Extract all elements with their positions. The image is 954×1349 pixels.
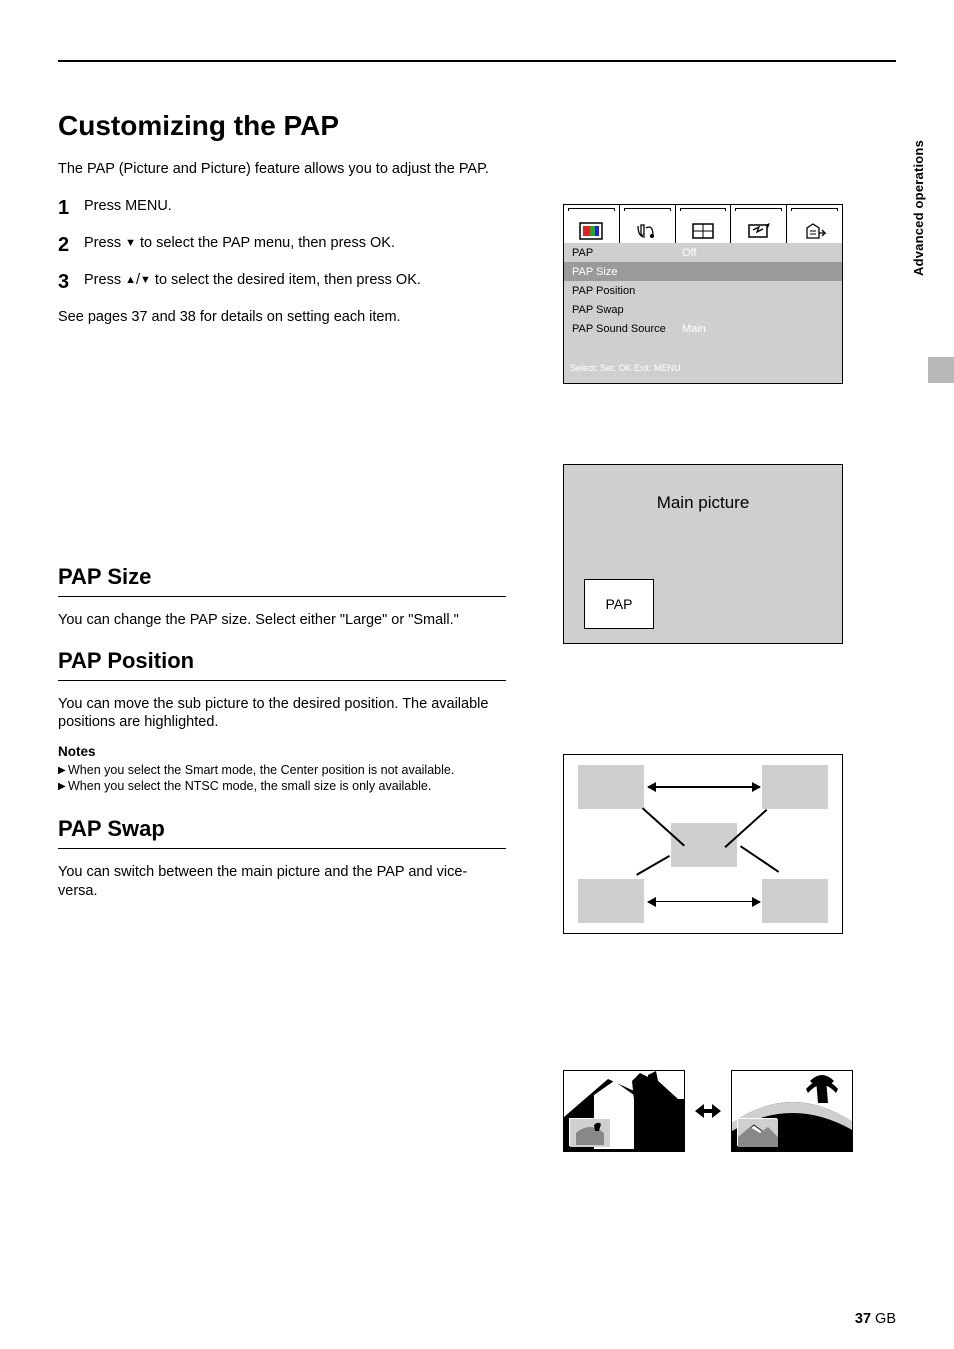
position-cell — [578, 879, 644, 923]
section-heading: PAP Swap — [58, 816, 506, 842]
side-section-label: Advanced operations — [911, 140, 926, 276]
bullet-icon: ▶ — [58, 780, 68, 796]
side-tab-marker — [928, 357, 954, 383]
down-arrow-icon: ▼ — [125, 237, 136, 249]
section-body: You can change the PAP size. Select eith… — [58, 611, 506, 630]
menu-row: PAPOff — [564, 243, 842, 262]
swap-arrow-icon — [697, 1105, 719, 1117]
step-number: 2 — [58, 234, 84, 257]
position-cell — [578, 765, 644, 809]
step-number: 3 — [58, 271, 84, 294]
section-body: You can switch between the main picture … — [58, 863, 506, 900]
diagonal-line — [740, 846, 779, 873]
pap-position-demo: Main picture PAP — [563, 464, 843, 644]
menu-row-highlighted: PAP Size — [564, 262, 842, 281]
swap-main-box — [563, 1070, 685, 1152]
position-cell — [762, 765, 828, 809]
inset-thumbnail — [737, 1118, 777, 1146]
menu-row: PAP Position — [564, 281, 842, 300]
up-arrow-icon: ▲ — [125, 274, 136, 286]
notes-heading: Notes — [58, 744, 506, 759]
main-picture-label: Main picture — [564, 493, 842, 513]
intro-text: The PAP (Picture and Picture) feature al… — [58, 160, 506, 179]
menu-tab — [564, 205, 620, 243]
notes-list: ▶When you select the Smart mode, the Cen… — [58, 762, 506, 795]
page-number: 37 GB — [855, 1311, 896, 1327]
step-text: Press MENU. — [84, 197, 172, 220]
down-arrow-icon: ▼ — [140, 274, 151, 286]
page-title: Customizing the PAP — [58, 110, 896, 142]
menu-illustration: PAPOff PAP Size PAP Position PAP Swap PA… — [563, 204, 843, 384]
bullet-icon: ▶ — [58, 764, 68, 780]
features-icon — [747, 222, 771, 240]
step-text: Press ▲/▼ to select the desired item, th… — [84, 271, 421, 294]
pap-sub-label: PAP — [584, 579, 654, 629]
swap-main-box — [731, 1070, 853, 1152]
sound-icon — [635, 222, 659, 240]
menu-row: PAP Sound SourceMain — [564, 319, 842, 338]
note-item: When you select the Smart mode, the Cent… — [68, 762, 454, 778]
section-heading: PAP Position — [58, 648, 506, 674]
position-cell — [762, 879, 828, 923]
double-arrow-icon — [648, 901, 760, 903]
menu-hint: Select: Set: OK Exit: MENU — [564, 360, 842, 376]
note-item: When you select the NTSC mode, the small… — [68, 778, 431, 794]
picture-icon — [579, 222, 603, 240]
double-arrow-icon — [648, 786, 760, 788]
see-details: See pages 37 and 38 for details on setti… — [58, 308, 506, 327]
setup-icon — [803, 222, 827, 240]
menu-tab — [731, 205, 787, 243]
pap-positions-diagram — [563, 754, 843, 934]
menu-row: PAP Swap — [564, 300, 842, 319]
menu-tab — [676, 205, 732, 243]
screen-icon — [691, 222, 715, 240]
step-number: 1 — [58, 197, 84, 220]
diagonal-line — [636, 855, 670, 875]
section-body: You can move the sub picture to the desi… — [58, 695, 506, 732]
menu-tab — [787, 205, 842, 243]
step-text: Press ▼ to select the PAP menu, then pre… — [84, 234, 395, 257]
inset-thumbnail — [569, 1118, 609, 1146]
section-heading: PAP Size — [58, 564, 506, 590]
pap-swap-diagram — [563, 1070, 896, 1152]
menu-tab — [620, 205, 676, 243]
